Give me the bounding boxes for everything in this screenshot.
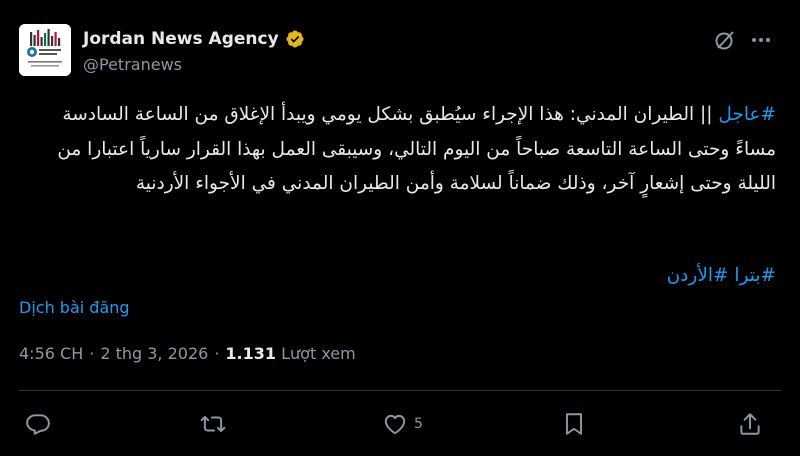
translate-post-link[interactable]: Dịch bài đăng bbox=[19, 298, 130, 317]
post-body-text: || الطيران المدني: هذا الإجراء سيُطبق بش… bbox=[57, 104, 776, 194]
meta-separator: · bbox=[89, 344, 95, 363]
repost-button[interactable] bbox=[200, 409, 226, 439]
author-display-name[interactable]: Jordan News Agency bbox=[83, 29, 279, 49]
author-name-row[interactable]: Jordan News Agency bbox=[83, 27, 305, 51]
share-icon bbox=[740, 413, 760, 435]
hashtag-jordan[interactable]: #الأردن bbox=[667, 265, 729, 286]
divider bbox=[19, 390, 781, 391]
bookmark-icon bbox=[565, 413, 583, 435]
more-icon[interactable] bbox=[748, 27, 774, 53]
post-hashtags: #بترا #الأردن bbox=[22, 259, 776, 293]
verified-badge-icon[interactable] bbox=[285, 29, 305, 49]
share-button[interactable] bbox=[737, 409, 763, 439]
petra-logo-icon bbox=[19, 24, 71, 76]
grok-icon[interactable] bbox=[712, 27, 738, 53]
views-label: Lượt xem bbox=[281, 344, 356, 363]
hashtag-urgent[interactable]: #عاجل bbox=[718, 104, 776, 125]
like-count: 5 bbox=[414, 416, 423, 432]
reply-button[interactable] bbox=[25, 409, 51, 439]
post-meta: 4:56 CH · 2 thg 3, 2026 · 1.131 Lượt xem bbox=[19, 344, 356, 363]
post-time[interactable]: 4:56 CH bbox=[19, 344, 83, 363]
post-text: #عاجل || الطيران المدني: هذا الإجراء سيُ… bbox=[22, 98, 776, 202]
like-button[interactable]: 5 bbox=[382, 409, 423, 439]
views-count: 1.131 bbox=[225, 344, 277, 363]
post-date[interactable]: 2 thg 3, 2026 bbox=[100, 344, 208, 363]
hashtag-petra[interactable]: #بترا bbox=[734, 265, 776, 286]
meta-separator: · bbox=[214, 344, 220, 363]
author-handle[interactable]: @Petranews bbox=[83, 55, 182, 74]
heart-icon bbox=[384, 414, 406, 435]
repost-icon bbox=[200, 415, 226, 433]
tweet-card: Jordan News Agency @Petranews #عاجل || ا… bbox=[0, 0, 800, 456]
avatar[interactable] bbox=[19, 24, 71, 76]
bookmark-button[interactable] bbox=[561, 409, 587, 439]
reply-icon bbox=[26, 414, 50, 435]
